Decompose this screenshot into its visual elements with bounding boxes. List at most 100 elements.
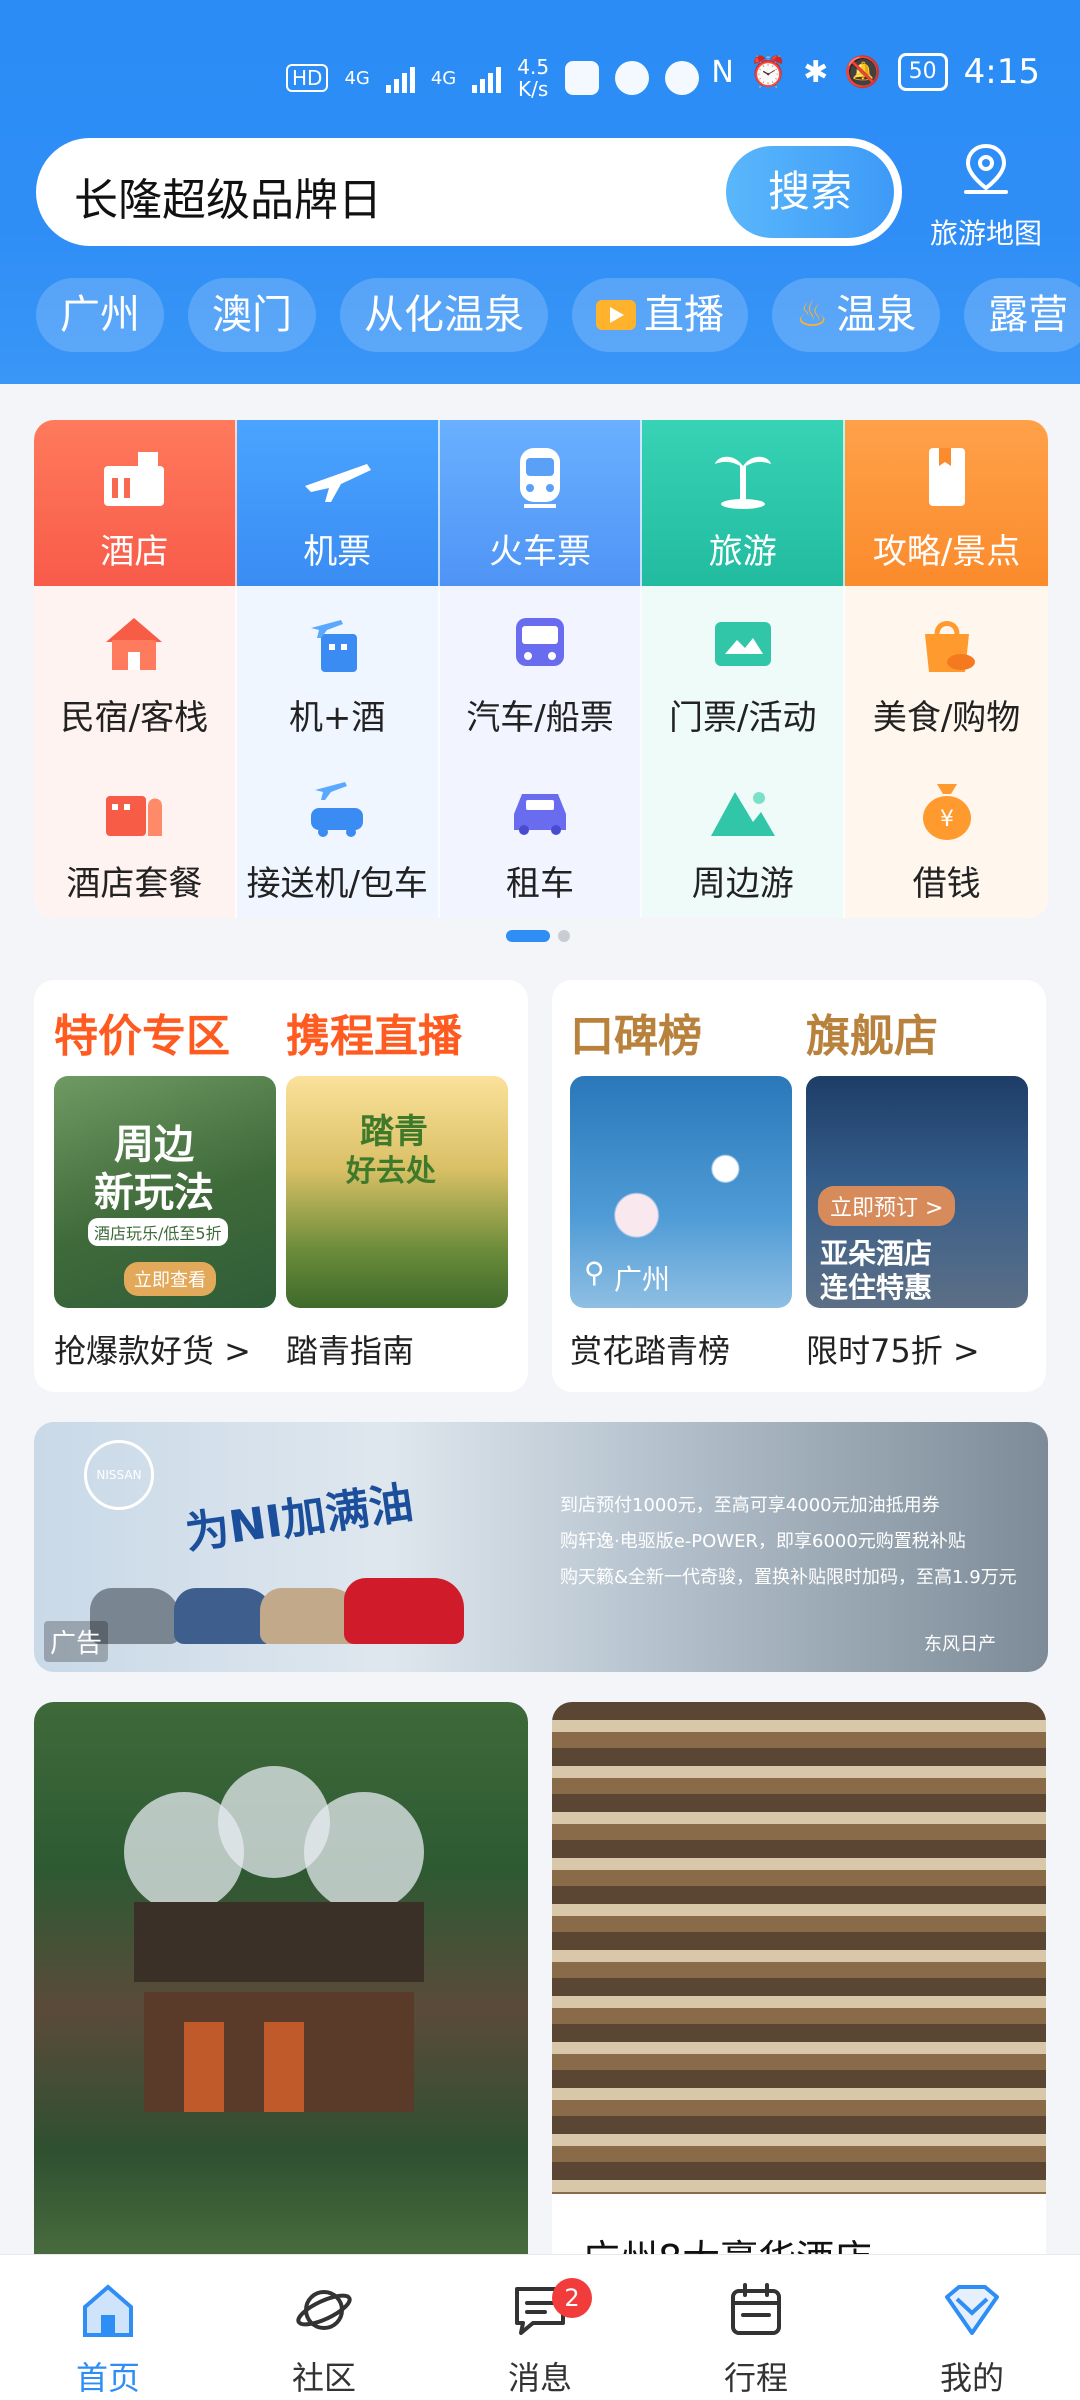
grid-hotel[interactable]: 酒店: [34, 420, 237, 586]
tab-label: 首页: [75, 2359, 140, 2397]
quick-chips: 广州 澳门 从化温泉 直播 ♨ 温泉 露营: [36, 278, 1080, 352]
hotel-icon: [104, 452, 165, 506]
speed-value: 4.5: [517, 55, 550, 79]
search-button[interactable]: 搜索: [726, 146, 894, 238]
search-row: 长隆超级品牌日 搜索 旅游地图: [36, 138, 1046, 250]
tab-messages[interactable]: 消息: [432, 2255, 648, 2400]
planet-icon: [296, 2290, 352, 2330]
grid-guide[interactable]: 攻略/景点: [845, 420, 1048, 586]
service-grid: 酒店 机票 火车票 旅游 攻略/景点 民宿/客栈 机+酒 汽车/船票 门票/活动…: [34, 420, 1048, 918]
chip-macau[interactable]: 澳门: [188, 278, 316, 352]
deals-caption[interactable]: 抢爆款好货 >: [54, 1326, 251, 1372]
grid-nearby-tour[interactable]: 周边游: [642, 752, 846, 918]
grid-label: 酒店: [100, 532, 169, 572]
flagship-title[interactable]: 旗舰店: [806, 1000, 938, 1064]
grid-label: 机票: [303, 532, 372, 572]
sim1-label: 4G: [344, 67, 370, 89]
grid-label: 火车票: [488, 532, 591, 572]
car-image: [174, 1588, 274, 1644]
tab-itinerary[interactable]: 行程: [648, 2255, 864, 2400]
chip-camping[interactable]: 露营: [964, 278, 1080, 352]
chip-label: 露营: [988, 292, 1069, 338]
grid-loan[interactable]: ¥ 借钱: [845, 752, 1048, 918]
ad-line-2: 购轩逸·电驱版e-POWER，即享6000元购置税补贴: [560, 1531, 966, 1552]
grid-label: 汽车/船票: [466, 698, 614, 738]
qq-icon: [615, 61, 650, 95]
grid-label: 旅游: [708, 532, 777, 572]
chip-label: 直播: [644, 292, 724, 338]
signal-icon: [472, 63, 502, 93]
grid-label: 周边游: [691, 864, 794, 904]
svg-text:¥: ¥: [940, 807, 954, 832]
promo-card-ranking: 口碑榜 旗舰店 ⚲ 广州 立即预订 > 亚朵酒店 连住特惠 赏花踏青榜 限时75…: [552, 980, 1046, 1392]
grid-transfer-charter[interactable]: 接送机/包车: [236, 752, 440, 918]
ad-line-1: 到店预付1000元，至高可享4000元加油抵用券: [560, 1495, 940, 1516]
ad-copy: 到店预付1000元，至高可享4000元加油抵用券 购轩逸·电驱版e-POWER，…: [560, 1488, 1040, 1596]
tab-community[interactable]: 社区: [216, 2255, 432, 2400]
ranking-caption[interactable]: 赏花踏青榜: [570, 1326, 730, 1372]
home-icon: [83, 2284, 133, 2337]
guidebook-icon: [928, 448, 965, 506]
ad-banner[interactable]: NISSAN 为NI加满油 到店预付1000元，至高可享4000元加油抵用券 购…: [34, 1422, 1048, 1672]
chip-live[interactable]: 直播: [572, 278, 748, 352]
tab-home[interactable]: 首页: [0, 2255, 216, 2400]
grid-bus-ferry[interactable]: 汽车/船票: [439, 586, 643, 752]
ticket-icon: [714, 622, 771, 666]
flagship-image[interactable]: 立即预订 > 亚朵酒店 连住特惠: [806, 1076, 1028, 1308]
map-pin-icon: [964, 143, 1008, 194]
grid-car-rental[interactable]: 租车: [439, 752, 643, 918]
tab-label: 消息: [507, 2359, 572, 2397]
hotel-package-icon: [106, 796, 163, 836]
alarm-icon: ⏰: [749, 54, 788, 90]
airport-transfer-icon: [311, 782, 364, 837]
nfc-icon: N: [711, 54, 734, 90]
signal-icon: [385, 63, 415, 93]
chip-conghua-hot-spring[interactable]: 从化温泉: [340, 278, 548, 352]
deals-title[interactable]: 特价专区: [54, 1000, 230, 1064]
tab-label: 我的: [939, 2359, 1004, 2397]
feed-card-glamping[interactable]: [34, 1702, 528, 2262]
flagship-caption[interactable]: 限时75折 >: [806, 1326, 980, 1372]
network-speed: 4.5 K/s: [517, 56, 549, 100]
tab-mine[interactable]: 我的: [864, 2255, 1080, 2400]
search-input[interactable]: 长隆超级品牌日 搜索: [36, 138, 902, 246]
chip-guangzhou[interactable]: 广州: [36, 278, 164, 352]
chip-hot-spring[interactable]: ♨ 温泉: [772, 278, 941, 352]
message-badge: 2: [552, 2278, 592, 2318]
grid-hotel-package[interactable]: 酒店套餐: [34, 752, 237, 918]
browser-icon: [665, 61, 700, 95]
deals-img-tag: 酒店玩乐/低至5折: [88, 1218, 228, 1246]
sim2-label: 4G: [430, 67, 457, 89]
grid-flight[interactable]: 机票: [236, 420, 440, 586]
shopping-bag-icon: [924, 621, 975, 672]
deals-image[interactable]: 周边 新玩法 酒店玩乐/低至5折 立即查看: [54, 1076, 276, 1308]
speed-unit: K/s: [518, 77, 549, 101]
grid-train[interactable]: 火车票: [439, 420, 643, 586]
travel-map-button[interactable]: 旅游地图: [926, 138, 1046, 250]
feed-card-luxury-hotels[interactable]: 广州8大豪华酒店: [552, 1702, 1046, 2262]
grid-food-shopping[interactable]: 美食/购物: [845, 586, 1048, 752]
travel-map-label: 旅游地图: [929, 217, 1042, 250]
grid-homestay[interactable]: 民宿/客栈: [34, 586, 237, 752]
car-image: [344, 1578, 464, 1644]
tab-label: 社区: [291, 2359, 356, 2397]
live-title[interactable]: 携程直播: [286, 1000, 462, 1064]
live-image[interactable]: 踏青 好去处: [286, 1076, 508, 1308]
ad-brand: 东风日产: [924, 1634, 996, 1655]
ranking-location: 广州: [614, 1263, 671, 1296]
grid-label: 美食/购物: [872, 698, 1021, 738]
train-icon: [519, 448, 560, 508]
chip-label: 温泉: [836, 292, 917, 338]
grid-flight-hotel[interactable]: 机+酒: [236, 586, 440, 752]
location-pin-icon: ⚲: [584, 1256, 605, 1289]
grid-tickets[interactable]: 门票/活动: [642, 586, 846, 752]
live-caption[interactable]: 踏青指南: [286, 1326, 414, 1372]
tab-label: 行程: [723, 2359, 788, 2397]
promo-card-deals: 特价专区 携程直播 周边 新玩法 酒店玩乐/低至5折 立即查看 踏青 好去处 抢…: [34, 980, 528, 1392]
live-img-text2: 好去处: [346, 1154, 436, 1189]
ranking-title[interactable]: 口碑榜: [570, 1000, 702, 1064]
status-bar: HD 4G 4G 4.5 K/s N ⏰ ✱ 🔕 50 4:15: [0, 52, 1080, 108]
ranking-image[interactable]: ⚲ 广州: [570, 1076, 792, 1308]
grid-tour[interactable]: 旅游: [642, 420, 846, 586]
mute-icon: 🔕: [844, 54, 882, 90]
